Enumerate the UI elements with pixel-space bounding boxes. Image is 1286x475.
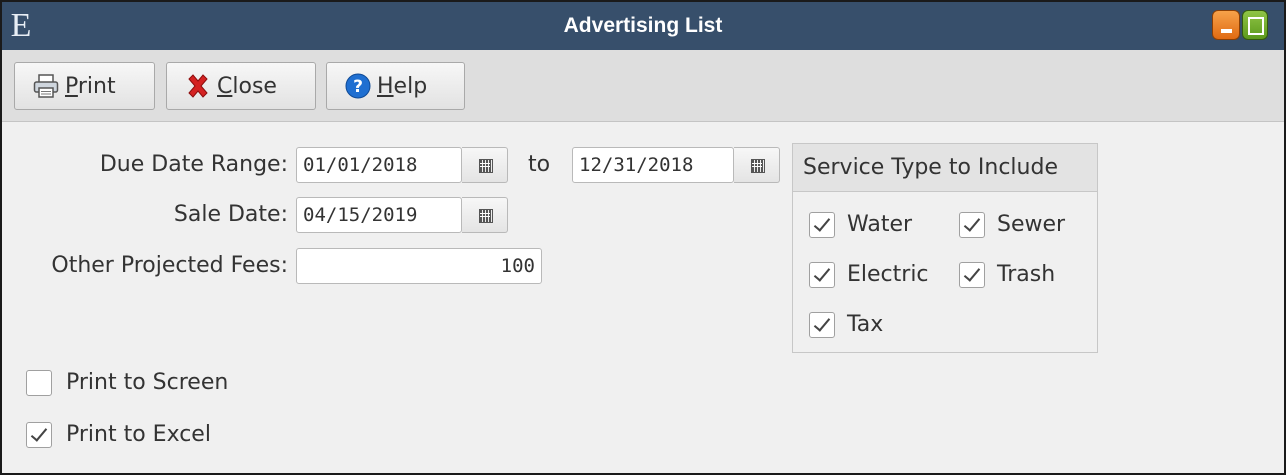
service-type-group: Service Type to Include Water Sewer Elec…	[792, 143, 1098, 353]
print-to-excel-checkbox[interactable]	[26, 422, 52, 448]
calendar-icon[interactable]	[462, 197, 508, 233]
sale-date-label: Sale Date:	[173, 202, 288, 227]
sewer-label: Sewer	[997, 212, 1066, 237]
to-label: to	[527, 152, 551, 177]
tax-checkbox[interactable]	[809, 312, 835, 338]
close-button[interactable]: Close	[166, 62, 316, 110]
title-bar[interactable]: E Advertising List	[2, 2, 1284, 50]
print-to-screen-label: Print to Screen	[66, 370, 229, 395]
sale-date-input[interactable]: 04/15/2019	[296, 197, 462, 233]
maximize-button[interactable]	[1242, 10, 1268, 40]
advertising-list-window: E Advertising List Print Close ? Help Du…	[0, 0, 1286, 475]
electric-label: Electric	[847, 262, 929, 287]
other-projected-fees-label: Other Projected Fees:	[51, 253, 288, 278]
svg-text:?: ?	[353, 77, 363, 97]
print-button[interactable]: Print	[14, 62, 155, 110]
print-button-label: Print	[65, 73, 116, 99]
print-to-screen-checkbox[interactable]	[26, 370, 52, 396]
service-type-header: Service Type to Include	[793, 144, 1097, 192]
tax-label: Tax	[847, 312, 884, 337]
due-date-from-input[interactable]: 01/01/2018	[296, 147, 462, 183]
window-title: Advertising List	[563, 14, 723, 37]
minimize-button[interactable]	[1212, 10, 1240, 40]
sewer-checkbox[interactable]	[959, 212, 985, 238]
electric-checkbox[interactable]	[809, 262, 835, 288]
due-date-to-input[interactable]: 12/31/2018	[572, 147, 734, 183]
calendar-icon[interactable]	[462, 147, 508, 183]
due-date-range-label: Due Date Range:	[99, 152, 288, 177]
trash-label: Trash	[997, 262, 1056, 287]
calendar-icon[interactable]	[734, 147, 780, 183]
water-label: Water	[847, 212, 913, 237]
print-to-excel-label: Print to Excel	[66, 422, 211, 447]
trash-checkbox[interactable]	[959, 262, 985, 288]
help-button-label: Help	[377, 73, 428, 99]
toolbar: Print Close ? Help	[2, 50, 1284, 122]
printer-icon	[33, 74, 59, 98]
other-projected-fees-input[interactable]: 100	[296, 248, 542, 284]
red-x-icon	[188, 74, 208, 98]
question-circle-icon: ?	[345, 73, 371, 99]
close-button-label: Close	[217, 73, 277, 99]
help-button[interactable]: ? Help	[326, 62, 465, 110]
water-checkbox[interactable]	[809, 212, 835, 238]
